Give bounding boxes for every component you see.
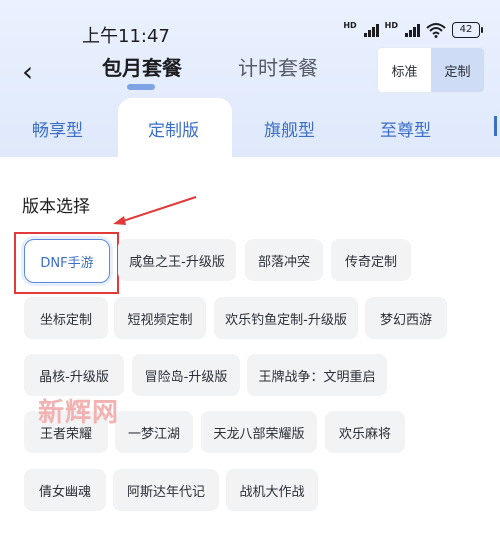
red-arrow-annotation <box>113 196 197 225</box>
